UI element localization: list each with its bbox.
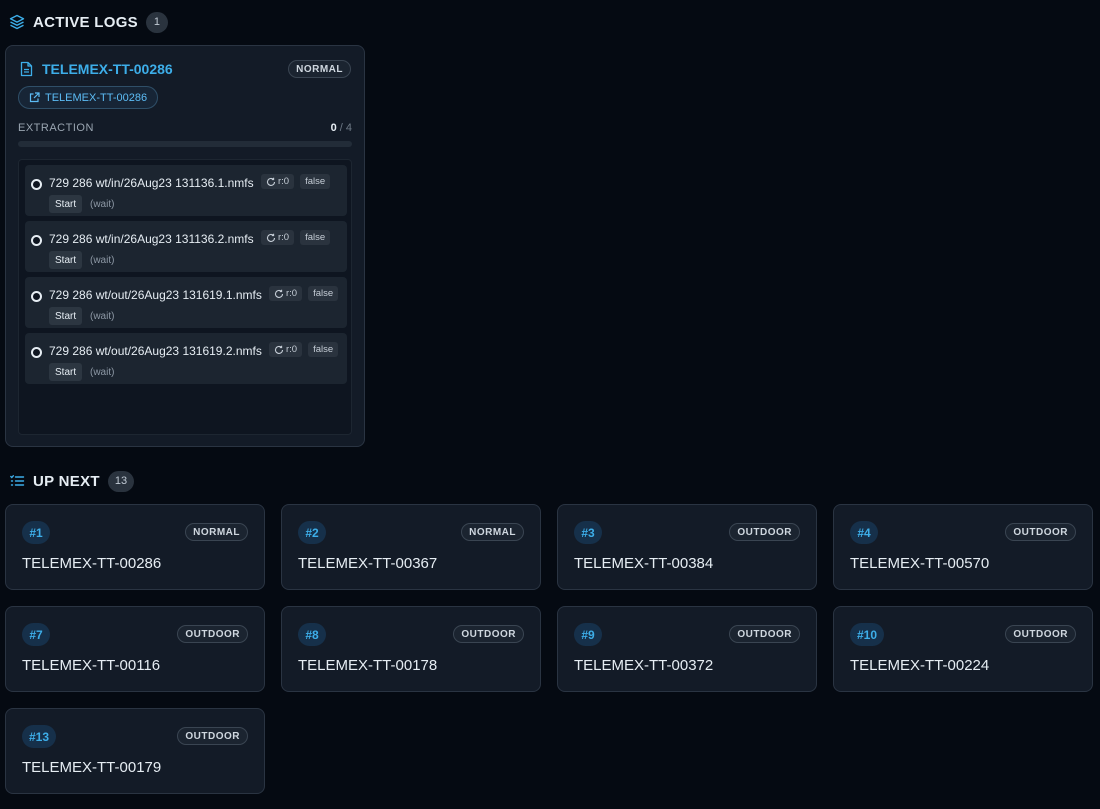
flag-badge: false [308, 286, 339, 301]
queue-number: #4 [850, 521, 878, 544]
category-badge: OUTDOOR [177, 625, 248, 643]
document-icon [19, 61, 34, 77]
file-item: 729 286 wt/in/26Aug23 131136.2.nmfs r:0 … [25, 221, 347, 272]
file-item: 729 286 wt/out/26Aug23 131619.1.nmfs r:0… [25, 277, 347, 328]
queue-card[interactable]: #9 OUTDOOR TELEMEX-TT-00372 [557, 606, 817, 692]
queue-log-name: TELEMEX-TT-00367 [298, 555, 438, 572]
file-status: (wait) [90, 199, 115, 210]
start-button[interactable]: Start [49, 195, 83, 213]
queue-log-name: TELEMEX-TT-00224 [850, 657, 990, 674]
file-name: 729 286 wt/out/26Aug23 131619.2.nmfs [49, 344, 262, 358]
queue-card[interactable]: #7 OUTDOOR TELEMEX-TT-00116 [5, 606, 265, 692]
queue-number: #1 [22, 521, 50, 544]
retry-badge: r:0 [269, 286, 303, 301]
start-button[interactable]: Start [49, 307, 83, 325]
queue-log-name: TELEMEX-TT-00116 [22, 657, 161, 674]
queue-card[interactable]: #1 NORMAL TELEMEX-TT-00286 [5, 504, 265, 590]
file-name: 729 286 wt/out/26Aug23 131619.1.nmfs [49, 288, 262, 302]
file-radio[interactable] [31, 235, 42, 246]
retry-count: r:0 [286, 288, 298, 299]
retry-count: r:0 [278, 232, 290, 243]
log-link-label: TELEMEX-TT-00286 [45, 91, 148, 104]
active-log-card: TELEMEX-TT-00286 NORMAL TELEMEX-TT-00286… [5, 45, 365, 447]
queue-card[interactable]: #8 OUTDOOR TELEMEX-TT-00178 [281, 606, 541, 692]
queue-number: #7 [22, 623, 50, 646]
extraction-total: / 4 [339, 122, 352, 134]
category-badge: NORMAL [185, 523, 248, 541]
category-badge: OUTDOOR [1005, 625, 1076, 643]
queue-number: #13 [22, 725, 57, 748]
category-badge: OUTDOOR [729, 625, 800, 643]
queue-card[interactable]: #13 OUTDOOR TELEMEX-TT-00179 [5, 708, 265, 794]
queue-card[interactable]: #10 OUTDOOR TELEMEX-TT-00224 [833, 606, 1093, 692]
extraction-label: EXTRACTION [18, 122, 94, 134]
queue-card[interactable]: #3 OUTDOOR TELEMEX-TT-00384 [557, 504, 817, 590]
queue-number: #9 [574, 623, 602, 646]
file-name: 729 286 wt/in/26Aug23 131136.1.nmfs [49, 176, 254, 190]
file-radio[interactable] [31, 179, 42, 190]
extraction-done: 0 [330, 122, 337, 134]
up-next-header: UP NEXT 13 [9, 470, 135, 492]
layers-icon [9, 14, 25, 30]
up-next-count: 13 [107, 470, 135, 492]
up-next-title: UP NEXT [33, 472, 100, 490]
category-badge: OUTDOOR [453, 625, 524, 643]
category-badge: NORMAL [288, 60, 351, 78]
active-log-title[interactable]: TELEMEX-TT-00286 [42, 61, 173, 77]
queue-number: #10 [850, 623, 885, 646]
category-badge: OUTDOOR [729, 523, 800, 541]
refresh-icon [274, 345, 284, 355]
file-item: 729 286 wt/in/26Aug23 131136.1.nmfs r:0 … [25, 165, 347, 216]
start-button[interactable]: Start [49, 251, 83, 269]
retry-badge: r:0 [261, 174, 295, 189]
category-badge: OUTDOOR [177, 727, 248, 745]
file-radio[interactable] [31, 347, 42, 358]
flag-badge: false [308, 342, 339, 357]
category-badge: OUTDOOR [1005, 523, 1076, 541]
queue-log-name: TELEMEX-TT-00570 [850, 555, 990, 572]
file-radio[interactable] [31, 291, 42, 302]
queue-log-name: TELEMEX-TT-00286 [22, 555, 162, 572]
queue-number: #2 [298, 521, 326, 544]
queue-card[interactable]: #4 OUTDOOR TELEMEX-TT-00570 [833, 504, 1093, 590]
file-meta: r:0 false [269, 286, 344, 301]
refresh-icon [274, 289, 284, 299]
queue-number: #8 [298, 623, 326, 646]
external-link-icon [29, 92, 40, 103]
file-name: 729 286 wt/in/26Aug23 131136.2.nmfs [49, 232, 254, 246]
active-logs-title: ACTIVE LOGS [33, 13, 138, 31]
extraction-progress-bar [18, 141, 352, 147]
retry-count: r:0 [278, 176, 290, 187]
file-meta: r:0 false [261, 174, 336, 189]
file-meta: r:0 false [269, 342, 344, 357]
flag-badge: false [300, 230, 331, 245]
file-status: (wait) [90, 255, 115, 266]
refresh-icon [266, 177, 276, 187]
category-badge: NORMAL [461, 523, 524, 541]
file-status: (wait) [90, 367, 115, 378]
file-meta: r:0 false [261, 230, 336, 245]
active-log-header: TELEMEX-TT-00286 NORMAL [19, 60, 351, 78]
file-status: (wait) [90, 311, 115, 322]
queue-number: #3 [574, 521, 602, 544]
retry-badge: r:0 [261, 230, 295, 245]
log-link-button[interactable]: TELEMEX-TT-00286 [18, 86, 159, 109]
queue-log-name: TELEMEX-TT-00372 [574, 657, 714, 674]
start-button[interactable]: Start [49, 363, 83, 381]
extraction-count: 0 / 4 [331, 122, 352, 134]
queue-log-name: TELEMEX-TT-00179 [22, 759, 162, 776]
queue-log-name: TELEMEX-TT-00178 [298, 657, 438, 674]
file-list[interactable]: 729 286 wt/in/26Aug23 131136.1.nmfs r:0 … [18, 159, 352, 435]
queue-log-name: TELEMEX-TT-00384 [574, 555, 714, 572]
retry-count: r:0 [286, 344, 298, 355]
refresh-icon [266, 233, 276, 243]
retry-badge: r:0 [269, 342, 303, 357]
active-logs-header: ACTIVE LOGS 1 [9, 11, 168, 33]
file-item: 729 286 wt/out/26Aug23 131619.2.nmfs r:0… [25, 333, 347, 384]
flag-badge: false [300, 174, 331, 189]
queue-card[interactable]: #2 NORMAL TELEMEX-TT-00367 [281, 504, 541, 590]
active-logs-count: 1 [145, 11, 168, 33]
list-icon [9, 473, 25, 489]
